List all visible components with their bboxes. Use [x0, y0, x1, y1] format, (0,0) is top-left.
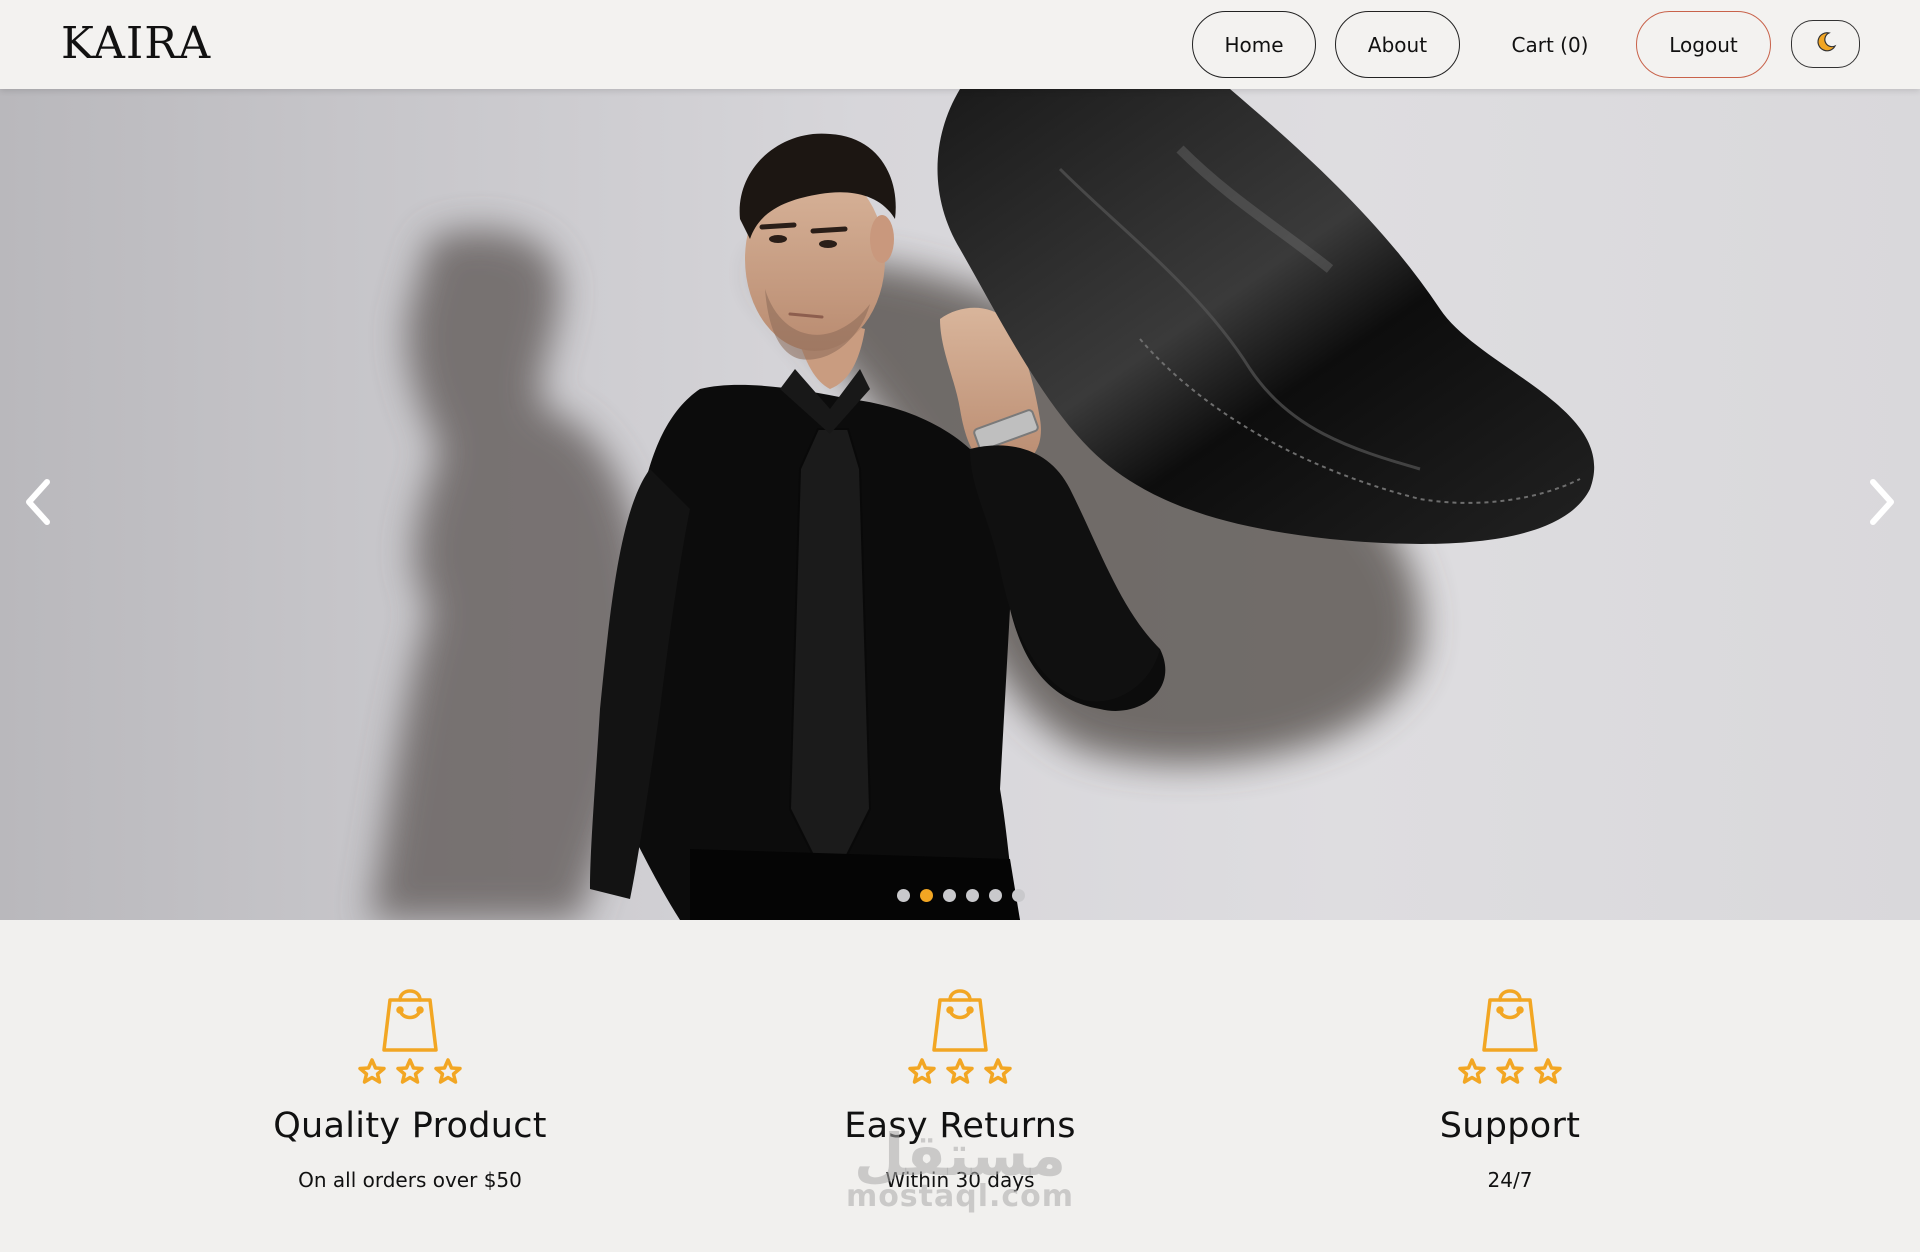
watermark-latin: mostaql.com [845, 1179, 1075, 1214]
top-navbar: KAIRA Home About Cart (0) Logout [0, 0, 1920, 89]
shopping-bag-stars-icon [710, 980, 1210, 1094]
feature-support: Support 24/7 [1260, 980, 1760, 1192]
feature-subtitle: On all orders over $50 [298, 1168, 522, 1192]
slider-next-button[interactable] [1860, 474, 1904, 534]
theme-toggle-button[interactable] [1791, 20, 1860, 68]
slider-dot-active[interactable] [920, 889, 933, 902]
slider-dot[interactable] [897, 889, 910, 902]
chevron-left-icon [23, 478, 53, 530]
watermark: مستقل mostaql.com [845, 1125, 1075, 1214]
slider-dot[interactable] [966, 889, 979, 902]
shopping-bag-stars-icon [1260, 980, 1760, 1094]
feature-title: Quality Product [273, 1106, 547, 1146]
slider-prev-button[interactable] [16, 474, 60, 534]
shopping-bag-stars-icon [160, 980, 660, 1094]
hero-slider [0, 89, 1920, 920]
nav-logout-button[interactable]: Logout [1636, 11, 1771, 78]
nav-cart-button[interactable]: Cart (0) [1490, 11, 1610, 78]
chevron-right-icon [1867, 478, 1897, 530]
nav-about-button[interactable]: About [1335, 11, 1460, 78]
feature-quality: Quality Product On all orders over $50 [160, 980, 660, 1192]
nav-home-button[interactable]: Home [1192, 11, 1316, 78]
hero-image [370, 89, 1595, 920]
watermark-arabic: مستقل [853, 1121, 1067, 1189]
slider-dot[interactable] [1012, 889, 1025, 902]
feature-title: Support [1439, 1106, 1581, 1146]
features-section: Quality Product On all orders over $50 E… [0, 920, 1920, 1252]
moon-icon [1814, 30, 1838, 58]
slider-dot[interactable] [989, 889, 1002, 902]
feature-subtitle: 24/7 [1487, 1168, 1533, 1192]
brand-logo[interactable]: KAIRA [61, 18, 211, 70]
slider-dot[interactable] [943, 889, 956, 902]
slider-indicators [897, 889, 1025, 902]
